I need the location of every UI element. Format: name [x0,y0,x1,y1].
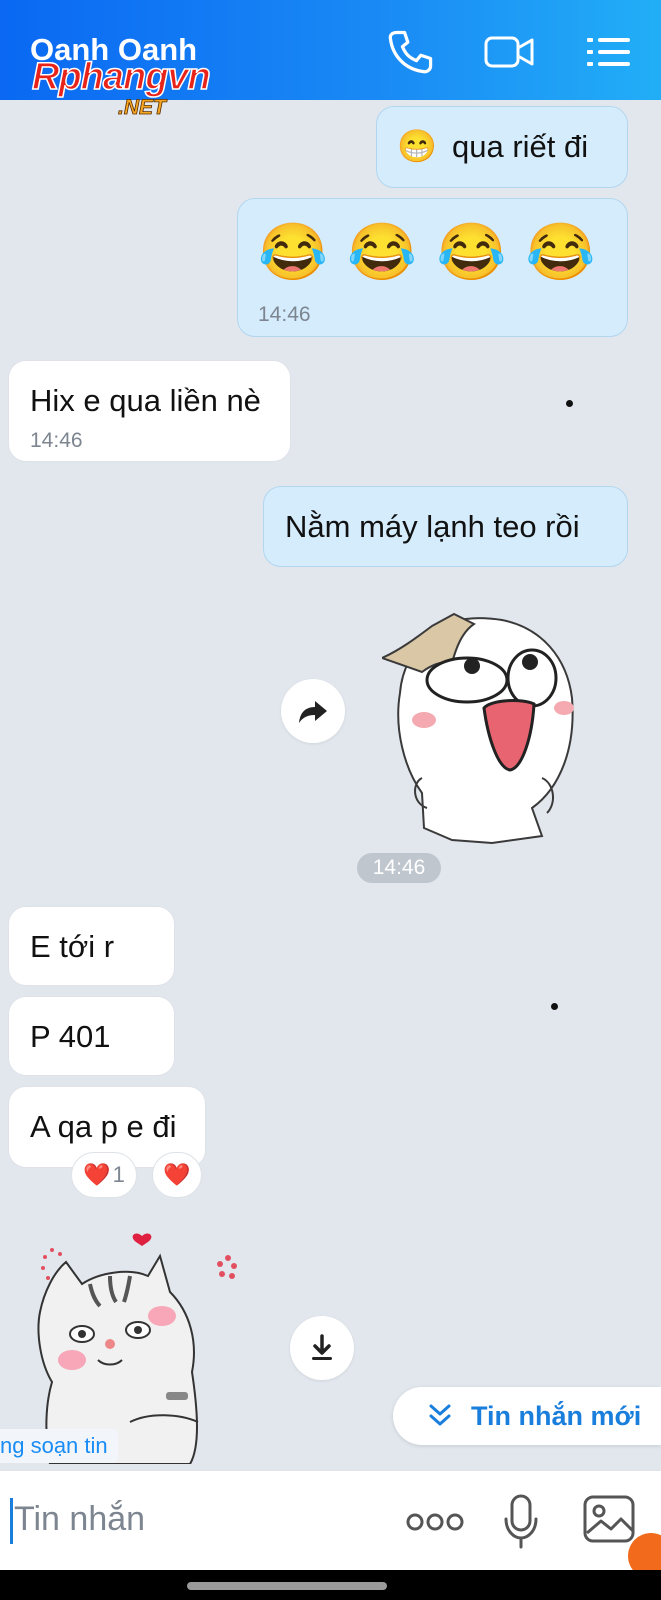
microphone-icon[interactable] [502,1493,540,1551]
stray-dot [551,1003,558,1010]
message-text: qua riết đi [452,129,589,164]
message-time: 14:46 [258,303,311,326]
outgoing-message[interactable]: 😂 😂 😂 😂 14:46 [237,198,628,337]
sticker-happy-character[interactable] [382,608,592,848]
message-input[interactable]: Tin nhắn [14,1500,145,1539]
message-input-bar: Tin nhắn [0,1470,661,1571]
share-arrow-icon [299,701,327,723]
watermark-main-text: Rphangvn [31,55,211,99]
message-text: A qa p e đi [30,1109,177,1144]
new-messages-button[interactable]: Tin nhắn mới [393,1387,661,1445]
message-text: Hix e qua liền nè [30,383,261,418]
message-text: E tới r [30,929,115,964]
heart-icon: ❤️ [83,1162,111,1187]
video-call-icon[interactable] [482,26,538,78]
download-button[interactable] [290,1316,354,1380]
watermark-sub-text: .NET [118,96,167,120]
reaction-badge[interactable]: ❤️ 1 [71,1152,137,1198]
outgoing-message[interactable]: Nằm máy lạnh teo rồi [263,486,628,567]
incoming-message[interactable]: Hix e qua liền nè 14:46 [8,360,291,462]
text-cursor [10,1498,13,1544]
reaction-count: 1 [112,1162,125,1187]
double-chevron-down-icon [429,1404,451,1426]
new-messages-label: Tin nhắn mới [471,1401,642,1431]
grinning-emoji: 😁 [397,128,437,164]
forward-button[interactable] [281,679,345,743]
outgoing-message[interactable]: 😁 qua riết đi [376,106,628,188]
stray-dot [566,400,573,407]
message-time: 14:46 [30,429,83,452]
incoming-message[interactable]: E tới r [8,906,175,986]
phone-icon[interactable] [384,26,436,78]
sticker-time-pill: 14:46 [357,853,441,883]
message-text: P 401 [30,1019,111,1054]
message-text: Nằm máy lạnh teo rồi [285,509,580,544]
add-reaction-button[interactable]: ❤️ [152,1152,202,1198]
incoming-message[interactable]: P 401 [8,996,175,1076]
home-gesture-pill[interactable] [187,1582,387,1590]
download-icon [312,1334,332,1360]
menu-list-icon[interactable] [584,26,634,78]
more-options-icon[interactable] [405,1507,465,1537]
heart-icon: ❤️ [163,1162,191,1187]
watermark-logo: Rphangvn .NET [31,55,242,126]
chat-header: Oanh Oanh Rphangvn .NET [0,0,661,119]
image-gallery-icon[interactable] [583,1495,635,1543]
typing-indicator: ng soạn tin [0,1429,118,1463]
laughing-emoji-row: 😂 😂 😂 😂 [258,220,598,283]
